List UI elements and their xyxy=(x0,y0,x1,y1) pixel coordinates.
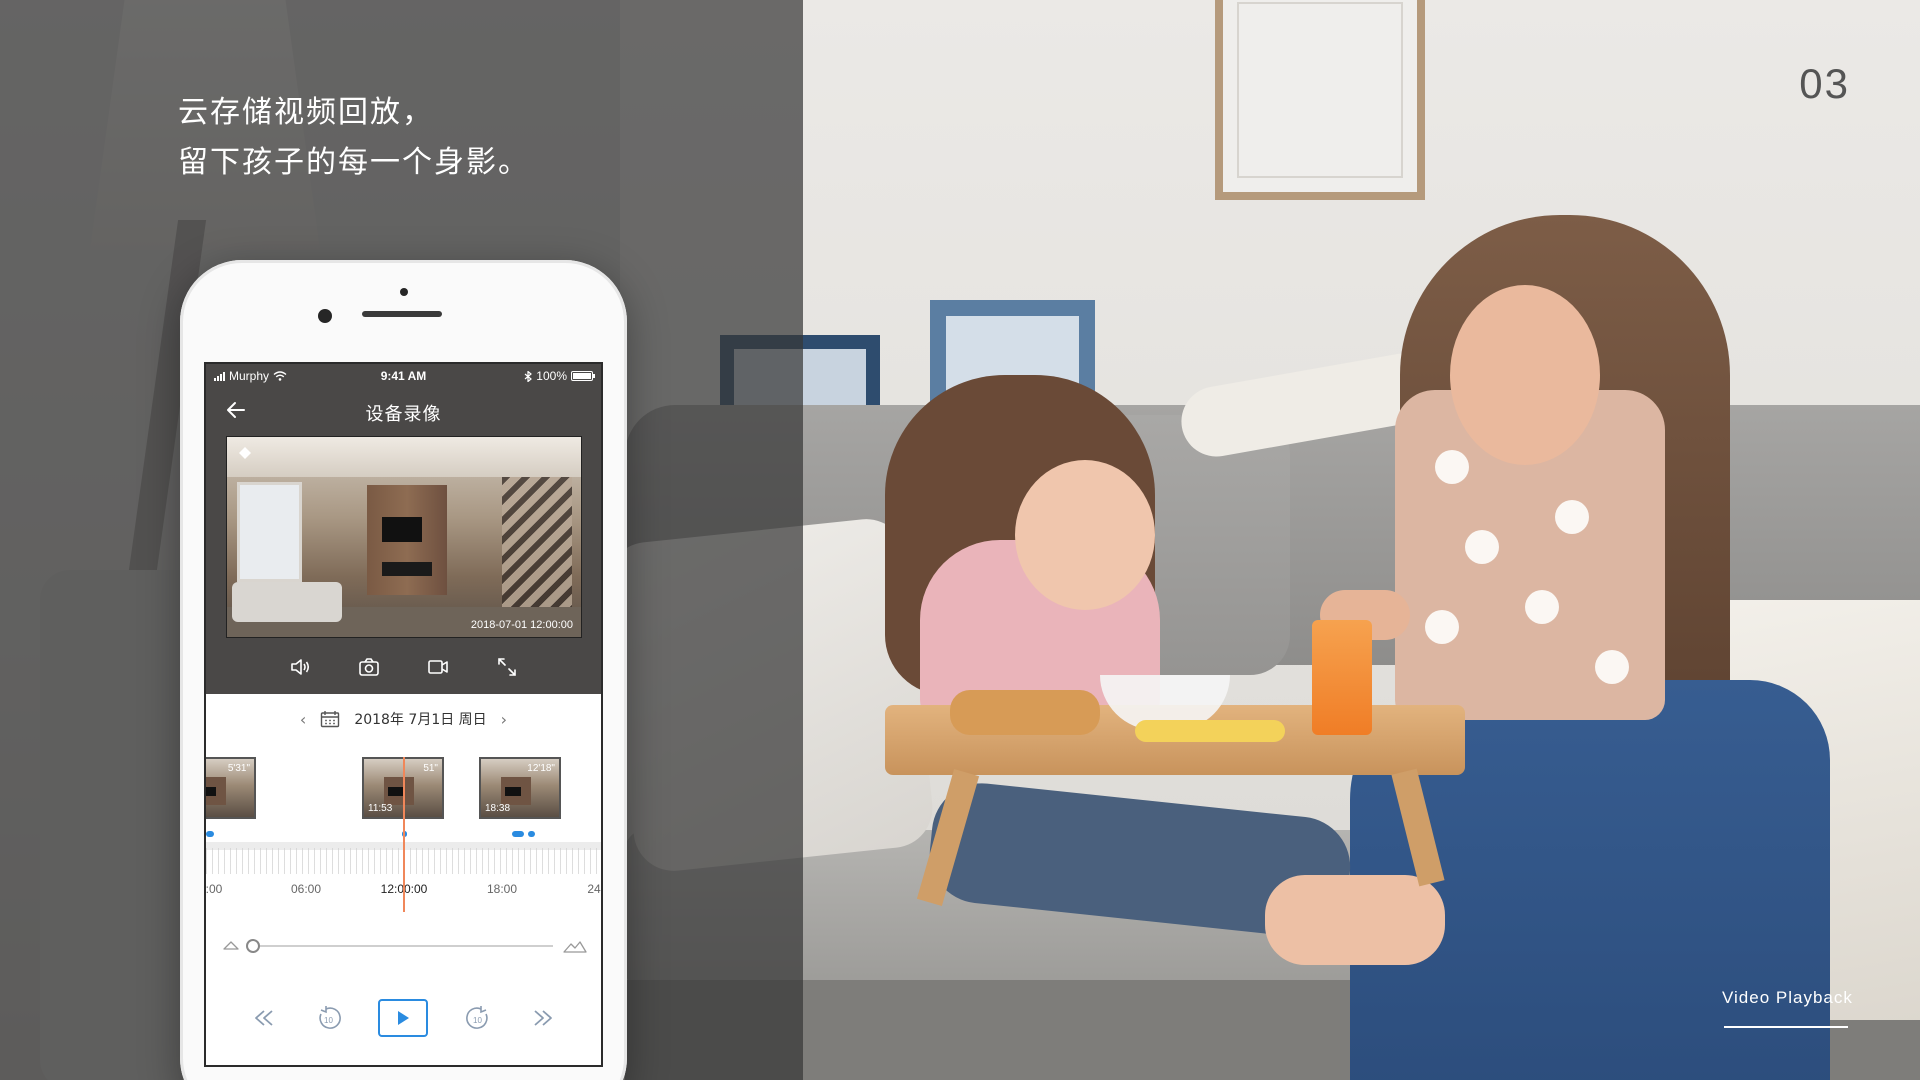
girl-feet xyxy=(1265,875,1445,965)
video-player[interactable]: 2018-07-01 12:00:00 xyxy=(226,436,582,638)
calendar-icon[interactable] xyxy=(320,710,340,728)
battery-icon xyxy=(571,371,595,381)
snapshot-icon[interactable] xyxy=(357,655,381,679)
rewind-icon[interactable] xyxy=(249,1003,279,1033)
record-icon[interactable] xyxy=(426,655,450,679)
clip-duration: 12'18" xyxy=(527,763,555,774)
phone-camera xyxy=(318,309,332,323)
chevron-left-icon[interactable]: ‹ xyxy=(300,710,306,729)
svg-text:10: 10 xyxy=(324,1016,333,1025)
clip-start-time: 18:38 xyxy=(485,803,511,814)
banana xyxy=(1135,720,1285,742)
nav-bar: 设备录像 xyxy=(206,390,601,430)
orange-juice-glass xyxy=(1312,620,1372,735)
timeline-zoom xyxy=(206,934,601,958)
phone-speaker xyxy=(362,311,442,317)
playhead[interactable] xyxy=(403,757,405,912)
page-number: 03 xyxy=(1799,60,1850,107)
phone-mockup: Murphy 9:41 AM 100% 设备录像 2018-07-01 12:0… xyxy=(180,260,627,1080)
sandwich xyxy=(950,690,1100,735)
wall-picture-frame xyxy=(1215,0,1425,200)
bluetooth-icon xyxy=(524,370,533,382)
timeline-label: :00 xyxy=(205,882,223,896)
zoom-slider-track[interactable] xyxy=(252,945,553,947)
page-title: 设备录像 xyxy=(365,404,442,425)
tagline-underline xyxy=(1724,1026,1848,1028)
play-button[interactable] xyxy=(378,999,429,1037)
clip-start-time: 11:53 xyxy=(368,803,393,814)
volume-icon[interactable] xyxy=(288,655,312,679)
zoom-out-icon[interactable] xyxy=(222,936,240,954)
recording-segment xyxy=(206,831,214,837)
girl-face xyxy=(1015,460,1155,610)
clip-duration: 5'31" xyxy=(227,763,250,774)
play-icon xyxy=(398,1011,410,1025)
timeline-label: 24 xyxy=(587,882,601,896)
battery-percent: 100% xyxy=(536,369,567,383)
timeline-label: 18:00 xyxy=(486,882,518,896)
app-screen: Murphy 9:41 AM 100% 设备录像 2018-07-01 12:0… xyxy=(204,362,603,1067)
zoom-slider-knob[interactable] xyxy=(246,939,260,953)
tagline: Video Playback xyxy=(1722,988,1853,1007)
date-selector: ‹ 2018年 7月1日 周日 › xyxy=(206,704,601,734)
status-bar: Murphy 9:41 AM 100% xyxy=(206,364,601,386)
video-controls xyxy=(206,649,601,685)
zoom-in-icon[interactable] xyxy=(563,934,587,956)
mother-face xyxy=(1450,285,1600,465)
svg-text:10: 10 xyxy=(473,1016,482,1025)
clip-thumbnail[interactable]: 5'31" xyxy=(206,757,256,819)
back-10-icon[interactable]: 10 xyxy=(314,1003,344,1033)
forward-10-icon[interactable]: 10 xyxy=(463,1003,493,1033)
fullscreen-icon[interactable] xyxy=(495,655,519,679)
headline: 云存储视频回放， 留下孩子的每一个身影。 xyxy=(178,88,530,188)
slide: 云存储视频回放， 留下孩子的每一个身影。 03 Video Playback M… xyxy=(0,0,1920,1080)
clip-duration: 51" xyxy=(423,763,438,774)
camera-brand-logo xyxy=(239,447,251,459)
video-timestamp: 2018-07-01 12:00:00 xyxy=(470,619,573,631)
recording-segment xyxy=(512,831,524,837)
headline-line-2: 留下孩子的每一个身影。 xyxy=(178,145,530,180)
chevron-right-icon[interactable]: › xyxy=(501,710,507,729)
phone-sensor xyxy=(400,288,408,296)
clip-thumbnail[interactable]: 12'18" 18:38 xyxy=(479,757,561,819)
selected-date[interactable]: 2018年 7月1日 周日 xyxy=(354,709,486,729)
playback-controls: 10 10 xyxy=(206,994,601,1042)
timeline-label: 06:00 xyxy=(290,882,322,896)
fast-forward-icon[interactable] xyxy=(528,1003,558,1033)
recording-segment xyxy=(528,831,535,837)
headline-line-1: 云存储视频回放， xyxy=(178,95,434,130)
